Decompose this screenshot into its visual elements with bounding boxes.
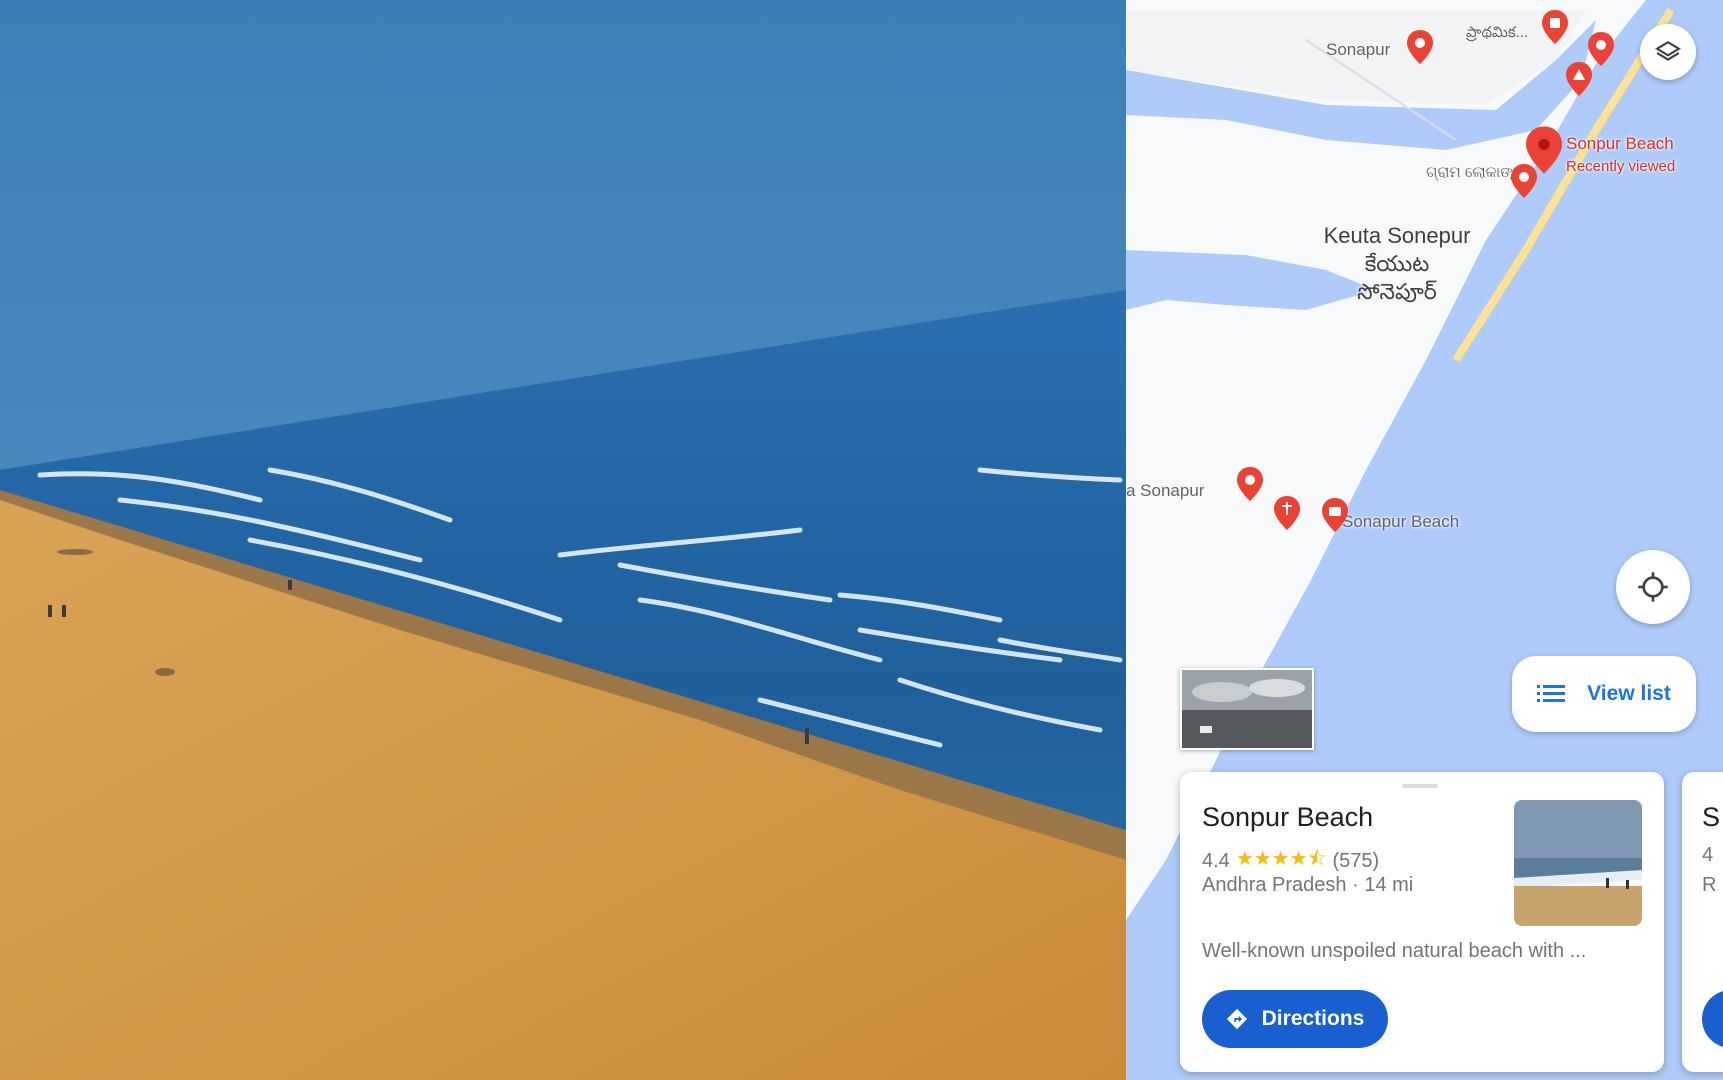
directions-button[interactable]: Directions (1202, 990, 1388, 1048)
street-view-image (1182, 670, 1312, 748)
map-label-keuta-te1: కేయుట (1364, 251, 1430, 276)
place-description: Well-known unspoiled natural beach with … (1202, 940, 1587, 962)
view-list-label: View list (1587, 682, 1671, 705)
place-card[interactable]: Sonpur Beach 4.4 ★★★★⯪ (575) Andhra Prad… (1180, 772, 1664, 1072)
street-view-thumbnail[interactable] (1180, 668, 1314, 750)
directions-label: Directions (1261, 1007, 1365, 1030)
hotel-pin-icon[interactable] (1542, 10, 1568, 44)
layers-icon (1655, 40, 1681, 61)
next-card-title: S (1702, 802, 1721, 832)
rating-value: 4.4 (1202, 849, 1230, 872)
map-label-keuta-en: Keuta Sonepur (1323, 223, 1471, 248)
place-card-next[interactable]: S 4 R (1682, 772, 1723, 1072)
map-label-sonapur-beach-lower: Sonapur Beach (1342, 512, 1460, 531)
card-drag-handle[interactable] (1402, 784, 1438, 788)
place-photo-image (1514, 800, 1642, 926)
next-card-region: R (1702, 874, 1717, 896)
view-list-button[interactable]: View list (1512, 656, 1696, 732)
rating-row: 4.4 ★★★★⯪ (575) (1202, 844, 1379, 878)
my-location-icon (1638, 572, 1668, 602)
review-count: (575) (1332, 849, 1380, 872)
map-label-recently-viewed: Recently viewed (1566, 158, 1676, 175)
map-label-sonpur-beach[interactable]: Sonpur Beach (1566, 134, 1674, 154)
list-icon (1537, 685, 1566, 702)
place-region: Andhra Pradesh · 14 mi (1202, 874, 1414, 896)
beach-photo-image (0, 0, 1126, 1080)
activity-pin-icon[interactable] (1588, 32, 1614, 66)
layers-button[interactable] (1640, 24, 1696, 80)
camera-pin-icon[interactable] (1322, 498, 1348, 532)
church-pin-icon[interactable] (1274, 496, 1300, 530)
directions-icon (1226, 1008, 1247, 1030)
beach-photo (0, 0, 1126, 1080)
campground-pin-icon[interactable] (1566, 62, 1592, 96)
next-card-directions-button[interactable] (1702, 990, 1723, 1048)
place-photo[interactable] (1514, 800, 1642, 926)
map-label-keuta-te2: సోనెపూర్ (1357, 279, 1437, 304)
map-label-keuta-sonepur: Keuta Sonepur కేయుట సోనెపూర్ (1282, 222, 1512, 306)
restaurant-pin-icon-lower[interactable] (1237, 467, 1263, 501)
map-label-sonapur-mid: a Sonapur (1126, 481, 1205, 500)
map-label-odia: ଗ୍ରାମ ଲୋକାଙ୍କ (1426, 164, 1524, 181)
map-label-sonapur: Sonapur (1326, 40, 1391, 59)
next-card-rating: 4 (1702, 844, 1714, 866)
rating-stars-icon: ★★★★⯪ (1235, 848, 1327, 870)
my-location-button[interactable] (1616, 550, 1690, 624)
place-pin-icon[interactable] (1511, 164, 1537, 198)
restaurant-pin-icon[interactable] (1407, 30, 1433, 64)
place-title: Sonpur Beach (1202, 802, 1374, 832)
map-panel[interactable]: Sonapur ప్రాథమిక... Sonpur Beach Recentl… (1126, 0, 1723, 1080)
map-label-telugu-top: ప్రాథమిక... (1466, 24, 1529, 41)
